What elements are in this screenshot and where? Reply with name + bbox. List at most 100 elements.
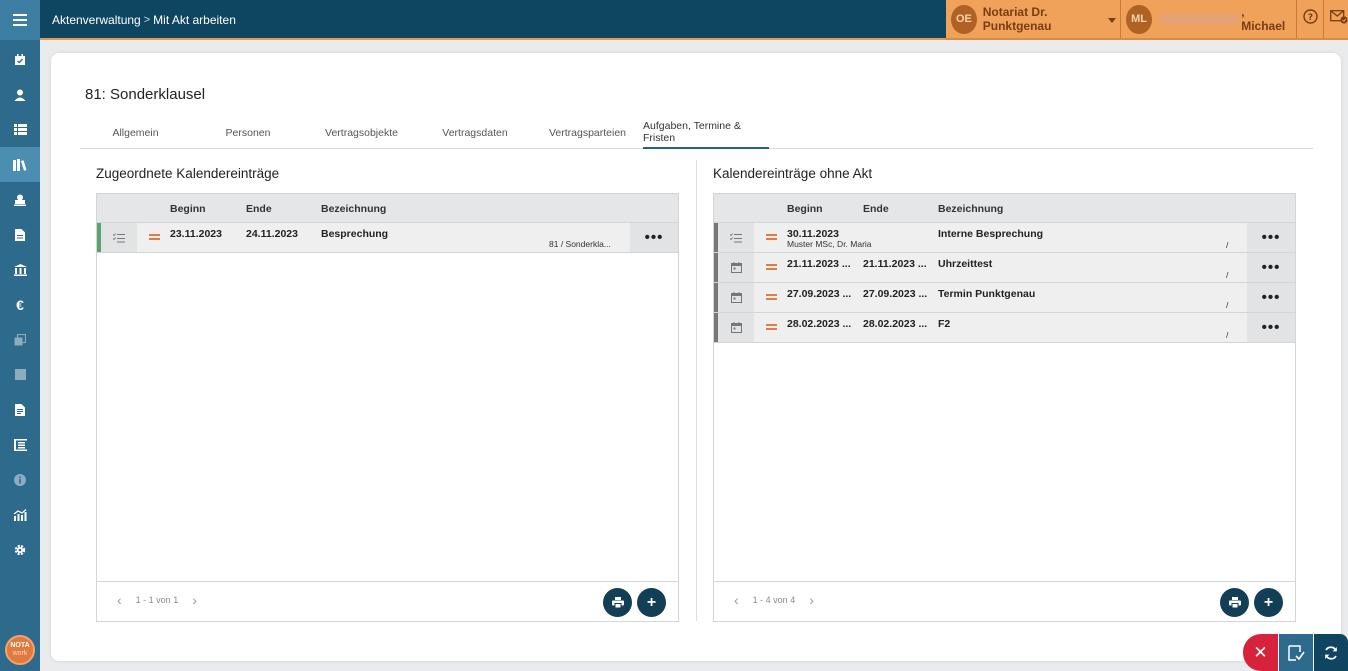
office-name[interactable]: Notariat Dr. Punktgenau bbox=[983, 5, 1103, 33]
drag-handle-icon[interactable] bbox=[766, 234, 777, 240]
drag-handle-icon[interactable] bbox=[766, 324, 777, 330]
table-header: Beginn Ende Bezeichnung bbox=[97, 194, 678, 223]
breadcrumb-item-files[interactable]: Aktenverwaltung bbox=[52, 13, 141, 27]
chevron-left-icon[interactable]: ‹ bbox=[734, 593, 739, 607]
chevron-right-icon[interactable]: › bbox=[809, 593, 814, 607]
square-icon bbox=[14, 369, 26, 380]
drag-handle-icon[interactable] bbox=[766, 264, 777, 270]
pagination-info: 1 - 1 von 1 bbox=[135, 595, 179, 605]
row-title: Uhrzeittest bbox=[938, 258, 993, 270]
sidebar-item-finance[interactable]: € bbox=[0, 287, 40, 322]
tab-allgemein[interactable]: Allgemein bbox=[80, 116, 191, 149]
chevron-right-icon: > bbox=[143, 14, 151, 26]
row-end: 27.09.2023 ... bbox=[863, 288, 928, 300]
table-row[interactable]: 28.02.2023 ... 28.02.2023 ... F2 / ••• bbox=[714, 313, 1295, 343]
calendar-icon bbox=[730, 262, 742, 273]
column-header-begin[interactable]: Beginn bbox=[787, 203, 823, 215]
row-end: 28.02.2023 ... bbox=[863, 318, 928, 330]
row-more-button[interactable]: ••• bbox=[1247, 283, 1295, 312]
plus-icon: + bbox=[1263, 593, 1274, 611]
row-type-cell bbox=[101, 223, 137, 252]
file-text-icon bbox=[15, 403, 25, 416]
sidebar-item-bank[interactable] bbox=[0, 252, 40, 287]
row-more-button[interactable]: ••• bbox=[1247, 253, 1295, 282]
row-file-reference: / bbox=[1226, 240, 1229, 250]
row-person: Muster MSc, Dr. Maria bbox=[787, 239, 872, 249]
column-header-title[interactable]: Bezeichnung bbox=[938, 203, 1003, 215]
sidebar-item-persons[interactable] bbox=[0, 77, 40, 112]
header-divider bbox=[1296, 0, 1297, 38]
sidebar-item-info[interactable] bbox=[0, 462, 40, 497]
tab-vertragsdaten[interactable]: Vertragsdaten bbox=[418, 116, 532, 149]
tab-vertragsparteien[interactable]: Vertragsparteien bbox=[532, 116, 643, 149]
refresh-button[interactable] bbox=[1313, 634, 1348, 671]
sidebar-item-copies[interactable] bbox=[0, 322, 40, 357]
row-title: Besprechung bbox=[321, 228, 389, 240]
sidebar-item-calendar[interactable] bbox=[0, 42, 40, 77]
row-begin: 28.02.2023 ... bbox=[787, 318, 852, 330]
column-header-title[interactable]: Bezeichnung bbox=[321, 203, 386, 215]
sidebar-item-records[interactable] bbox=[0, 392, 40, 427]
more-horizontal-icon: ••• bbox=[1261, 289, 1281, 306]
table-row[interactable]: 23.11.2023 24.11.2023 Besprechung 81 / S… bbox=[97, 223, 678, 253]
user-avatar[interactable]: ML bbox=[1126, 4, 1152, 34]
column-header-begin[interactable]: Beginn bbox=[170, 203, 206, 215]
user-surname-redacted bbox=[1158, 14, 1240, 24]
add-entry-button[interactable]: + bbox=[1254, 588, 1283, 617]
user-name[interactable]: , Michael bbox=[1241, 5, 1285, 33]
table-header: Beginn Ende Bezeichnung bbox=[714, 194, 1295, 223]
chevron-right-icon[interactable]: › bbox=[192, 593, 197, 607]
hamburger-icon bbox=[13, 14, 27, 26]
chart-icon bbox=[13, 508, 27, 521]
sidebar-item-documents[interactable] bbox=[0, 217, 40, 252]
row-file-reference: / bbox=[1226, 330, 1229, 340]
sidebar-item-square[interactable] bbox=[0, 357, 40, 392]
chevron-left-icon[interactable]: ‹ bbox=[117, 593, 122, 607]
help-icon[interactable]: ? bbox=[1303, 9, 1318, 29]
tab-personen[interactable]: Personen bbox=[191, 116, 305, 149]
table-row[interactable]: 27.09.2023 ... 27.09.2023 ... Termin Pun… bbox=[714, 283, 1295, 313]
tab-vertragsobjekte[interactable]: Vertragsobjekte bbox=[305, 116, 418, 149]
table-row[interactable]: 30.11.2023 Muster MSc, Dr. Maria Interne… bbox=[714, 223, 1295, 253]
print-button[interactable] bbox=[1220, 588, 1249, 617]
add-entry-button[interactable]: + bbox=[637, 588, 666, 617]
bank-icon bbox=[13, 263, 27, 276]
sidebar-item-settings[interactable] bbox=[0, 532, 40, 567]
list-icon bbox=[13, 124, 27, 135]
tab-aufgaben-termine-fristen[interactable]: Aufgaben, Termine & Fristen bbox=[643, 116, 769, 149]
drag-handle-icon[interactable] bbox=[149, 234, 160, 240]
calendar-icon bbox=[730, 292, 742, 303]
menu-toggle-button[interactable] bbox=[0, 0, 40, 40]
office-avatar[interactable]: OE bbox=[951, 4, 977, 34]
mail-icon[interactable] bbox=[1330, 9, 1348, 29]
printer-icon bbox=[611, 597, 624, 608]
info-icon bbox=[14, 473, 26, 486]
sync-icon bbox=[1325, 645, 1337, 660]
row-type-cell bbox=[718, 223, 754, 252]
sidebar-item-register[interactable] bbox=[0, 427, 40, 462]
sidebar-item-notary[interactable] bbox=[0, 182, 40, 217]
row-more-button[interactable]: ••• bbox=[1247, 223, 1295, 252]
register-icon bbox=[13, 438, 27, 451]
sidebar-item-statistics[interactable] bbox=[0, 497, 40, 532]
pagination-info: 1 - 4 von 4 bbox=[752, 595, 796, 605]
row-more-button[interactable]: ••• bbox=[630, 223, 678, 252]
task-list-icon bbox=[730, 232, 742, 242]
caret-down-icon[interactable] bbox=[1108, 10, 1117, 28]
table-row[interactable]: 21.11.2023 ... 21.11.2023 ... Uhrzeittes… bbox=[714, 253, 1295, 283]
save-button[interactable] bbox=[1278, 634, 1313, 671]
app-logo: NOTA work bbox=[5, 635, 35, 665]
document-icon bbox=[15, 228, 25, 241]
drag-handle-icon[interactable] bbox=[766, 294, 777, 300]
column-header-end[interactable]: Ende bbox=[246, 203, 272, 215]
row-end: 24.11.2023 bbox=[246, 228, 298, 240]
sidebar-item-files[interactable] bbox=[0, 147, 40, 182]
row-more-button[interactable]: ••• bbox=[1247, 313, 1295, 342]
column-header-end[interactable]: Ende bbox=[863, 203, 889, 215]
sidebar-item-list[interactable] bbox=[0, 112, 40, 147]
breadcrumb-item-current: Mit Akt arbeiten bbox=[153, 13, 236, 27]
top-bar: Aktenverwaltung > Mit Akt arbeiten OE No… bbox=[40, 0, 1348, 40]
cancel-button[interactable]: ✕ bbox=[1243, 634, 1278, 671]
row-begin: 27.09.2023 ... bbox=[787, 288, 852, 300]
print-button[interactable] bbox=[603, 588, 632, 617]
